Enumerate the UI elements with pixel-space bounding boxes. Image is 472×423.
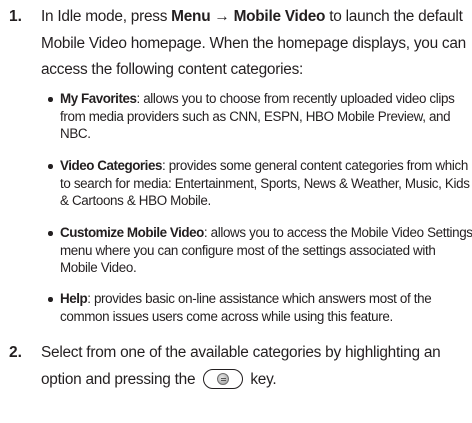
- bullet-icon: [48, 164, 53, 169]
- step-number: 1.: [9, 8, 22, 25]
- list-item-term: My Favorites: [60, 91, 137, 106]
- step-number: 2.: [9, 344, 22, 361]
- key-center-icon: [217, 372, 230, 385]
- arrow-glyph: →: [210, 8, 234, 25]
- menu-label: Menu: [171, 8, 211, 25]
- list-item-text: My Favorites: allows you to choose from …: [60, 90, 472, 143]
- step-1-intro: In Idle mode, press: [41, 8, 172, 25]
- step-2-text: Select from one of the available categor…: [41, 340, 469, 393]
- mobile-video-label: Mobile Video: [233, 8, 326, 25]
- list-item-text: Customize Mobile Video: allows you to ac…: [60, 224, 472, 277]
- ok-select-key-icon: [203, 368, 244, 389]
- list-item-term: Video Categories: [60, 158, 162, 173]
- list-item-description: : provides basic on-line assistance whic…: [60, 291, 432, 324]
- list-item-text: Help: provides basic on-line assistance …: [60, 290, 472, 325]
- list-item-term: Customize Mobile Video: [60, 225, 204, 240]
- step-1-text: In Idle mode, press Menu → Mobile Video …: [41, 4, 469, 84]
- bullet-icon: [48, 297, 53, 302]
- step-2-text-after-key: key.: [246, 370, 277, 388]
- list-item-text: Video Categories: provides some general …: [60, 157, 472, 210]
- instruction-document: 1. In Idle mode, press Menu → Mobile Vid…: [0, 0, 472, 423]
- bullet-icon: [48, 231, 53, 236]
- list-item-term: Help: [60, 291, 88, 306]
- bullet-icon: [48, 97, 53, 102]
